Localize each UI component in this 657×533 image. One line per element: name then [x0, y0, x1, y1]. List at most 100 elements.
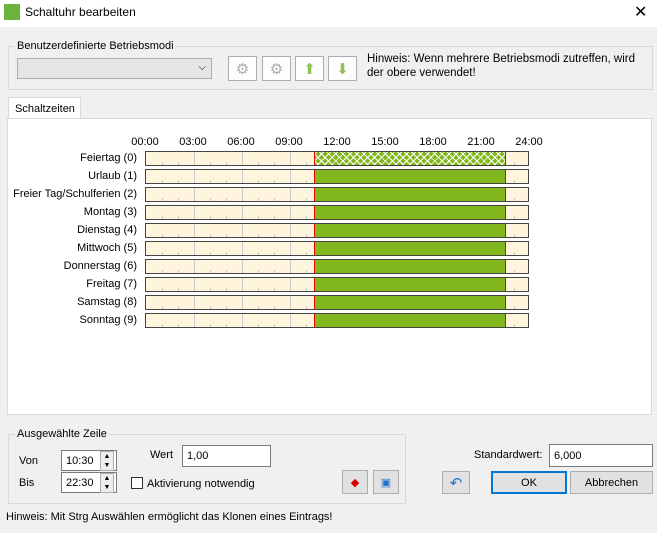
active-segment[interactable]: [314, 296, 506, 309]
hour-gridline: [162, 306, 163, 309]
hour-gridline: [210, 306, 211, 309]
hour-gridline: [178, 234, 179, 237]
close-button[interactable]: ✕: [634, 2, 647, 22]
hour-gridline: [162, 270, 163, 273]
move-up-button[interactable]: ⬆: [295, 56, 324, 81]
hour-gridline: [242, 224, 243, 237]
arrow-down-icon: ⬇: [336, 60, 349, 78]
hour-gridline: [514, 180, 515, 183]
footer-hint: Hinweis: Mit Strg Auswählen ermöglicht d…: [6, 511, 333, 523]
hour-gridline: [290, 206, 291, 219]
row-label: Feiertag (0): [80, 152, 137, 164]
schedule-row[interactable]: [145, 169, 529, 184]
hour-gridline: [306, 288, 307, 291]
schedule-row[interactable]: [145, 295, 529, 310]
active-segment[interactable]: [314, 278, 506, 291]
time-label: 18:00: [419, 136, 447, 148]
hour-gridline: [306, 180, 307, 183]
hour-gridline: [226, 198, 227, 201]
hour-gridline: [210, 288, 211, 291]
cancel-button[interactable]: Abbrechen: [570, 471, 653, 494]
active-segment[interactable]: [314, 170, 506, 183]
wert-input[interactable]: [182, 445, 271, 467]
active-segment[interactable]: [314, 224, 506, 237]
schedule-row[interactable]: [145, 223, 529, 238]
hour-gridline: [514, 216, 515, 219]
hour-gridline: [242, 206, 243, 219]
hour-gridline: [194, 260, 195, 273]
mode-select[interactable]: ⌵: [17, 58, 212, 79]
standard-input[interactable]: [549, 444, 653, 467]
von-spinner[interactable]: ▲ ▼: [100, 451, 114, 471]
tab-schaltzeiten[interactable]: Schaltzeiten: [8, 97, 81, 119]
selected-legend: Ausgewählte Zeile: [17, 428, 107, 440]
hour-gridline: [162, 162, 163, 165]
hour-gridline: [194, 224, 195, 237]
undo-arrow-icon: ↶: [449, 474, 463, 492]
hour-gridline: [178, 324, 179, 327]
schedule-row[interactable]: [145, 205, 529, 220]
add-mode-button[interactable]: ⚙: [228, 56, 257, 81]
hour-gridline: [178, 216, 179, 219]
row-label: Montag (3): [83, 206, 137, 218]
row-label: Freier Tag/Schulferien (2): [13, 188, 137, 200]
ok-button[interactable]: OK: [491, 471, 567, 494]
hour-gridline: [194, 170, 195, 183]
hour-gridline: [242, 188, 243, 201]
schedule-row[interactable]: [145, 151, 529, 166]
move-down-button[interactable]: ⬇: [328, 56, 357, 81]
row-label: Donnerstag (6): [63, 260, 137, 272]
hour-gridline: [514, 306, 515, 309]
hour-gridline: [210, 234, 211, 237]
hour-gridline: [514, 288, 515, 291]
active-segment[interactable]: [314, 206, 506, 219]
hour-gridline: [226, 288, 227, 291]
hour-gridline: [178, 270, 179, 273]
schedule-row[interactable]: [145, 241, 529, 256]
hour-gridline: [306, 270, 307, 273]
hour-gridline: [290, 224, 291, 237]
hour-gridline: [194, 278, 195, 291]
active-segment[interactable]: [314, 314, 506, 327]
hour-gridline: [226, 306, 227, 309]
hour-gridline: [290, 278, 291, 291]
active-segment[interactable]: [314, 242, 506, 255]
clone-button[interactable]: ▣: [373, 470, 399, 494]
hour-gridline: [178, 180, 179, 183]
delete-mode-button[interactable]: ⚙: [262, 56, 291, 81]
schedule-row[interactable]: [145, 277, 529, 292]
hour-gridline: [210, 252, 211, 255]
hour-gridline: [210, 270, 211, 273]
hour-gridline: [306, 162, 307, 165]
schedule-row[interactable]: [145, 187, 529, 202]
wert-label: Wert: [150, 449, 174, 461]
app-icon: [4, 4, 20, 20]
time-label: 12:00: [323, 136, 351, 148]
hour-gridline: [162, 216, 163, 219]
hour-gridline: [242, 296, 243, 309]
bis-spinner[interactable]: ▲ ▼: [100, 473, 114, 493]
active-segment[interactable]: [314, 152, 506, 165]
active-segment[interactable]: [314, 260, 506, 273]
undo-button[interactable]: ↶: [442, 471, 470, 494]
clone-icon: ▣: [380, 476, 392, 489]
hour-gridline: [274, 162, 275, 165]
hour-gridline: [514, 234, 515, 237]
time-label: 03:00: [179, 136, 207, 148]
hour-gridline: [258, 270, 259, 273]
activation-checkbox[interactable]: [131, 477, 143, 489]
schedule-row[interactable]: [145, 313, 529, 328]
hour-gridline: [514, 252, 515, 255]
hour-gridline: [162, 288, 163, 291]
hour-gridline: [514, 198, 515, 201]
erase-button[interactable]: ◆: [342, 470, 368, 494]
hour-gridline: [210, 324, 211, 327]
schedule-row[interactable]: [145, 259, 529, 274]
window-title: Schaltuhr bearbeiten: [25, 5, 136, 19]
hour-gridline: [178, 306, 179, 309]
hour-gridline: [290, 260, 291, 273]
arrow-up-icon: ⬆: [303, 60, 316, 78]
gear-delete-icon: ⚙: [269, 60, 284, 78]
hour-gridline: [306, 198, 307, 201]
active-segment[interactable]: [314, 188, 506, 201]
